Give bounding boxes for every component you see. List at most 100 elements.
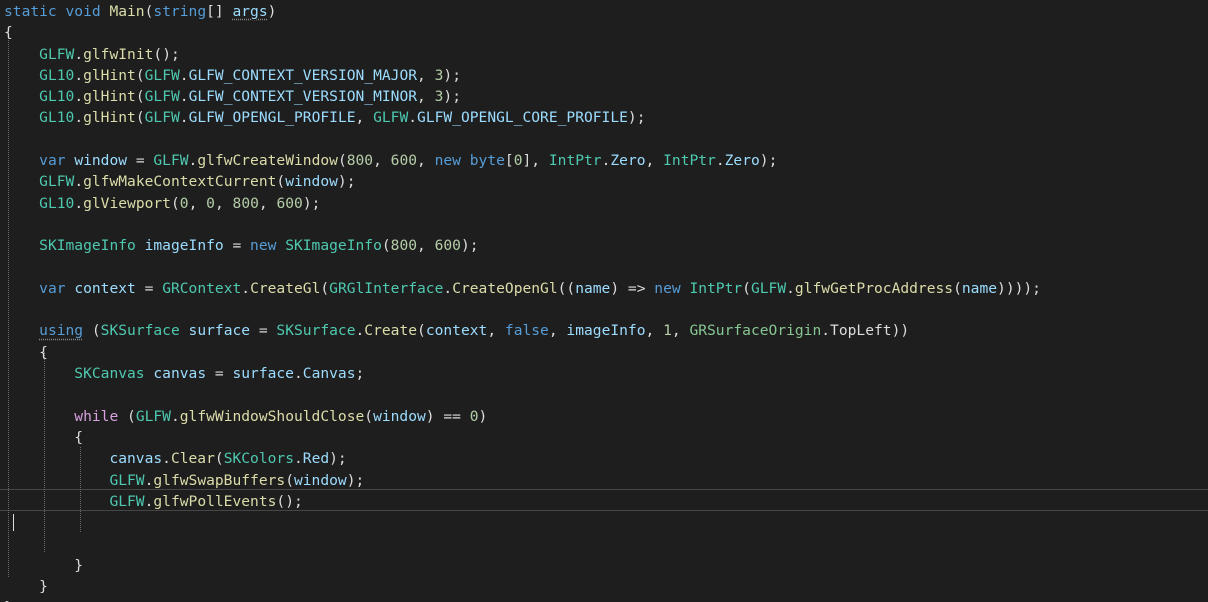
code-token: ],: [522, 152, 549, 170]
code-line[interactable]: }: [4, 597, 1208, 602]
code-line[interactable]: [4, 512, 1208, 533]
code-line[interactable]: GLFW.glfwMakeContextCurrent(window);: [4, 171, 1208, 192]
code-token: ,: [417, 66, 435, 84]
code-token: GLFW: [39, 45, 75, 63]
code-token: (: [83, 322, 101, 340]
code-token: ,: [645, 152, 664, 170]
code-line[interactable]: {: [4, 342, 1208, 363]
code-token: =: [223, 237, 251, 255]
code-token: .: [74, 66, 84, 84]
code-token: GLFW: [144, 88, 180, 106]
code-token: );: [443, 88, 461, 106]
code-token: ): [267, 3, 277, 20]
code-token: }: [4, 556, 84, 574]
code-line[interactable]: GL10.glHint(GLFW.GLFW_OPENGL_PROFILE, GL…: [4, 107, 1208, 128]
code-token: glfwCreateWindow: [197, 152, 338, 170]
code-line[interactable]: GLFW.glfwSwapBuffers(window);: [4, 470, 1208, 491]
code-token: GLFW: [109, 471, 145, 489]
code-token: );: [302, 194, 321, 212]
code-token: var: [39, 152, 75, 170]
code-token: false: [504, 322, 549, 340]
code-token: surface: [188, 322, 251, 340]
code-token: []: [206, 3, 233, 20]
code-token: ,: [417, 88, 435, 106]
code-line[interactable]: GL10.glHint(GLFW.GLFW_CONTEXT_VERSION_MA…: [4, 65, 1208, 86]
code-token: imageInfo: [144, 237, 224, 255]
code-token: glHint: [83, 109, 136, 127]
code-token: GL10: [39, 88, 75, 106]
code-line[interactable]: GLFW.glfwInit();: [4, 44, 1208, 65]
code-token: ((: [557, 279, 576, 297]
code-token: ,: [417, 237, 435, 255]
code-token: TopLeft: [830, 322, 892, 340]
code-token: .: [293, 365, 303, 383]
code-token: static: [4, 3, 66, 20]
code-token: GL10: [39, 194, 75, 212]
code-token: IntPtr: [663, 152, 716, 170]
code-line[interactable]: [4, 214, 1208, 235]
code-line[interactable]: }: [4, 576, 1208, 597]
code-token: .: [293, 450, 303, 468]
code-token: .: [241, 279, 251, 297]
code-line[interactable]: while (GLFW.glfwWindowShouldClose(window…: [4, 406, 1208, 427]
code-token: GRGlInterface: [329, 279, 444, 297]
code-token: ,: [214, 194, 233, 212]
code-token: .: [74, 45, 84, 63]
code-line[interactable]: canvas.Clear(SKColors.Red);: [4, 448, 1208, 469]
code-token: ,: [487, 322, 505, 340]
code-token: (: [276, 173, 286, 191]
code-line[interactable]: [4, 533, 1208, 554]
code-token: name: [575, 279, 611, 297]
code-editor[interactable]: static void Main(string[] args){ GLFW.gl…: [0, 0, 1208, 602]
code-token: .: [715, 152, 725, 170]
code-line[interactable]: static void Main(string[] args): [4, 1, 1208, 22]
code-token: 800: [390, 237, 418, 255]
code-line[interactable]: SKCanvas canvas = surface.Canvas;: [4, 363, 1208, 384]
code-line[interactable]: {: [4, 427, 1208, 448]
code-line[interactable]: GL10.glHint(GLFW.GLFW_CONTEXT_VERSION_MI…: [4, 86, 1208, 107]
code-token: glfwPollEvents: [153, 492, 277, 510]
code-token: GRSurfaceOrigin: [689, 322, 822, 340]
code-token: GLFW: [373, 109, 409, 127]
code-token: (: [381, 237, 391, 255]
code-token: window: [285, 173, 338, 191]
code-token: ();: [153, 45, 180, 63]
code-line[interactable]: {: [4, 22, 1208, 43]
code-line[interactable]: }: [4, 555, 1208, 576]
code-lines[interactable]: static void Main(string[] args){ GLFW.gl…: [4, 1, 1208, 602]
code-line[interactable]: [4, 129, 1208, 150]
code-token: .: [179, 66, 189, 84]
code-line[interactable]: GLFW.glfwPollEvents();: [4, 491, 1208, 512]
code-token: SKCanvas: [74, 365, 145, 383]
code-token: .: [179, 88, 189, 106]
code-token: glViewport: [83, 194, 171, 212]
code-line[interactable]: [4, 299, 1208, 320]
code-line[interactable]: GL10.glViewport(0, 0, 800, 600);: [4, 193, 1208, 214]
code-token: );: [329, 450, 347, 468]
code-line[interactable]: SKImageInfo imageInfo = new SKImageInfo(…: [4, 235, 1208, 256]
code-token: .: [74, 194, 84, 212]
code-line[interactable]: [4, 384, 1208, 405]
code-token: var: [39, 279, 75, 297]
code-token: .: [786, 279, 795, 297]
code-token: )): [891, 322, 910, 340]
code-token: while: [74, 407, 119, 425]
code-token: window: [293, 471, 347, 489]
code-token: =: [206, 365, 233, 383]
code-token: );: [460, 237, 479, 255]
code-token: ;: [355, 365, 365, 383]
code-line[interactable]: var context = GRContext.CreateGl(GRGlInt…: [4, 278, 1208, 299]
code-token: GLFW_OPENGL_CORE_PROFILE: [417, 109, 628, 127]
code-token: CreateGl: [250, 279, 321, 297]
code-token: (: [417, 322, 426, 340]
code-line[interactable]: using (SKSurface surface = SKSurface.Cre…: [4, 320, 1208, 341]
code-line[interactable]: [4, 257, 1208, 278]
code-token: (: [742, 279, 751, 297]
code-line[interactable]: var window = GLFW.glfwCreateWindow(800, …: [4, 150, 1208, 171]
code-token: ,: [355, 109, 374, 127]
